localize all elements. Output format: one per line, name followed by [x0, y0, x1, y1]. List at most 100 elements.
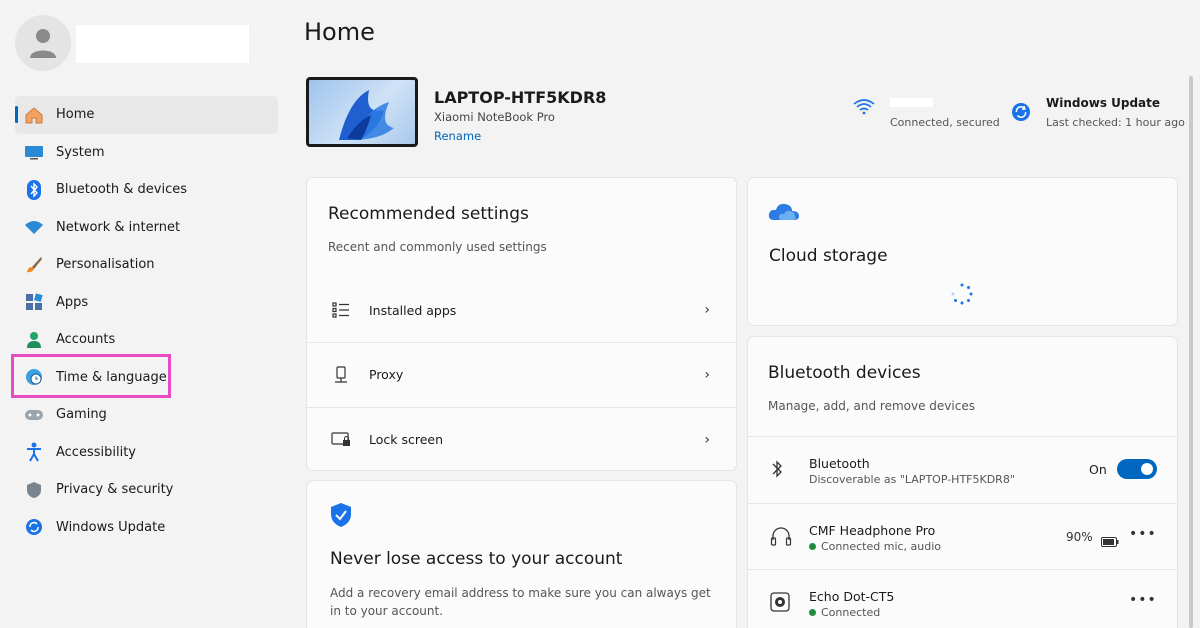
recommended-row-installed-apps[interactable]: Installed apps › [307, 278, 736, 342]
device-status-text: Connected mic, audio [821, 540, 942, 553]
list-icon [330, 302, 352, 318]
sidebar-item-bluetooth[interactable]: Bluetooth & devices [15, 171, 278, 209]
card-description: Add a recovery email address to make sur… [330, 586, 711, 618]
chevron-right-icon: › [704, 366, 710, 383]
sidebar-item-accounts[interactable]: Accounts [15, 321, 278, 359]
sidebar-item-label: Accessibility [56, 444, 136, 460]
headphones-icon [770, 526, 792, 550]
device-model: Xiaomi NoteBook Pro [434, 110, 555, 124]
sidebar-item-personalisation[interactable]: Personalisation [15, 246, 278, 284]
more-options-icon[interactable]: ••• [1129, 592, 1157, 608]
highlight-annotation [11, 354, 171, 398]
sidebar-item-label: Bluetooth & devices [56, 182, 187, 198]
row-label: Proxy [369, 367, 404, 382]
sidebar-item-apps[interactable]: Apps [15, 284, 278, 322]
page-title: Home [304, 18, 375, 46]
chevron-right-icon: › [704, 431, 710, 448]
recommended-row-proxy[interactable]: Proxy › [307, 342, 736, 406]
sidebar-item-system[interactable]: System [15, 134, 278, 172]
card-title: Bluetooth devices [768, 363, 921, 383]
sidebar-item-label: Gaming [56, 407, 107, 423]
device-status: Connected [809, 606, 880, 619]
sidebar: Home System Bluetooth & devices Network … [0, 0, 290, 628]
bluetooth-toggle-row: Bluetooth Discoverable as "LAPTOP-HTF5KD… [748, 436, 1177, 502]
cloud-storage-card: Cloud storage [747, 177, 1178, 326]
card-subtitle: Recent and commonly used settings [328, 240, 547, 254]
battery-icon [1101, 532, 1119, 551]
device-name: CMF Headphone Pro [809, 523, 936, 538]
sidebar-nav: Home System Bluetooth & devices Network … [15, 96, 278, 546]
sidebar-item-home[interactable]: Home [15, 96, 278, 134]
wifi-icon [23, 216, 45, 238]
shield-icon [23, 479, 45, 501]
wifi-name-redacted [890, 98, 933, 107]
accounts-icon [23, 329, 45, 351]
device-status: Connected mic, audio [809, 540, 941, 553]
chevron-right-icon: › [704, 302, 710, 318]
sidebar-item-network[interactable]: Network & internet [15, 209, 278, 247]
profile-avatar[interactable] [15, 15, 71, 71]
sidebar-item-label: Privacy & security [56, 482, 174, 498]
bluetooth-toggle[interactable] [1117, 459, 1157, 479]
shield-check-icon [329, 502, 353, 532]
bluetooth-icon [770, 459, 784, 483]
windows-update-title[interactable]: Windows Update [1046, 96, 1160, 110]
sidebar-item-label: Accounts [56, 332, 116, 348]
connected-dot-icon [809, 543, 816, 550]
card-title: Never lose access to your account [330, 549, 623, 569]
sidebar-item-label: Home [56, 107, 95, 123]
toggle-state-label: On [1089, 462, 1107, 477]
row-label: Lock screen [369, 432, 444, 447]
card-subtitle: Manage, add, and remove devices [768, 399, 975, 413]
device-wallpaper-thumbnail [306, 77, 418, 147]
card-title: Recommended settings [328, 204, 529, 224]
sidebar-item-label: System [56, 144, 105, 160]
sidebar-item-label: Windows Update [56, 519, 166, 535]
home-icon [23, 104, 45, 126]
user-icon [30, 29, 56, 58]
windows-bloom-icon [339, 90, 394, 140]
sidebar-item-windows-update[interactable]: Windows Update [15, 509, 278, 547]
loading-spinner-icon [951, 283, 973, 309]
device-name: Echo Dot-CT5 [809, 589, 895, 604]
row-title: Bluetooth [809, 456, 870, 471]
bluetooth-icon [23, 179, 45, 201]
sidebar-item-label: Apps [56, 294, 89, 310]
system-icon [23, 141, 45, 163]
cloud-icon [768, 202, 800, 226]
update-icon [23, 516, 45, 538]
bluetooth-devices-card: Bluetooth devices Manage, add, and remov… [747, 336, 1178, 628]
sidebar-item-label: Personalisation [56, 257, 155, 273]
windows-update-icon[interactable] [1011, 102, 1031, 126]
rename-link[interactable]: Rename [434, 129, 481, 143]
device-name: LAPTOP-HTF5KDR8 [434, 88, 607, 107]
recommended-row-lock-screen[interactable]: Lock screen › [307, 407, 736, 471]
row-subtitle: Discoverable as "LAPTOP-HTF5KDR8" [809, 473, 1015, 486]
sidebar-item-accessibility[interactable]: Accessibility [15, 434, 278, 472]
battery-percent: 90% [1066, 530, 1093, 544]
more-options-icon[interactable]: ••• [1129, 526, 1157, 542]
gamepad-icon [23, 404, 45, 426]
account-recovery-card: Never lose access to your account Add a … [306, 480, 737, 628]
brush-icon [23, 254, 45, 276]
row-label: Installed apps [369, 302, 457, 318]
wifi-status-text: Connected, secured [890, 116, 1000, 129]
profile-name-redacted [76, 25, 249, 63]
device-status-text: Connected [821, 606, 881, 619]
sidebar-item-privacy[interactable]: Privacy & security [15, 471, 278, 509]
proxy-icon [330, 365, 352, 384]
wifi-status-icon[interactable] [852, 97, 876, 119]
sidebar-item-gaming[interactable]: Gaming [15, 396, 278, 434]
bluetooth-device-row[interactable]: CMF Headphone Pro Connected mic, audio 9… [748, 503, 1177, 569]
apps-icon [23, 291, 45, 313]
sidebar-item-label: Network & internet [56, 219, 181, 235]
windows-update-status: Last checked: 1 hour ago [1046, 116, 1185, 129]
speaker-icon [770, 592, 790, 616]
recommended-settings-card: Recommended settings Recent and commonly… [306, 177, 737, 471]
accessibility-icon [23, 441, 45, 463]
scrollbar[interactable] [1189, 76, 1193, 628]
card-title: Cloud storage [769, 246, 888, 266]
connected-dot-icon [809, 609, 816, 616]
bluetooth-device-row[interactable]: Echo Dot-CT5 Connected ••• [748, 569, 1177, 628]
lock-screen-icon [330, 431, 352, 448]
